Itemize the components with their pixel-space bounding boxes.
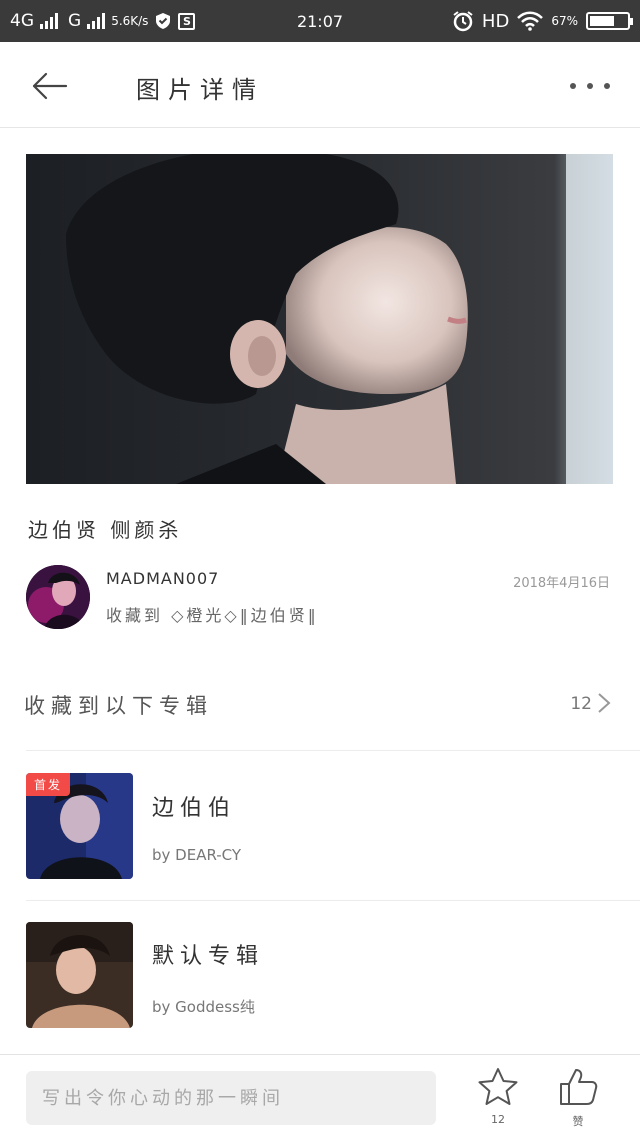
uploader-avatar[interactable]	[26, 565, 90, 629]
picture-detail-page: 4G G 5.6K/s S 21:07 HD 67% 图片详情 边伯贤 侧颜杀 …	[0, 0, 640, 1138]
like-label: 赞	[572, 1115, 584, 1128]
favorite-button[interactable]: 12	[474, 1067, 522, 1133]
wifi-icon	[517, 11, 544, 31]
album-author: by Goddess纯	[152, 998, 255, 1016]
more-options-icon[interactable]	[570, 78, 610, 94]
divider	[26, 750, 640, 751]
upload-date: 2018年4月16日	[513, 576, 610, 591]
chevron-right-icon[interactable]	[596, 692, 612, 714]
album-author: by DEAR-CY	[152, 846, 242, 864]
portrait-photo-image	[26, 154, 613, 484]
status-bar: 4G G 5.6K/s S 21:07 HD 67%	[0, 0, 640, 42]
star-icon	[478, 1068, 518, 1105]
divider	[26, 900, 640, 901]
uploader-name[interactable]: MADMAN007	[106, 569, 219, 588]
thumbs-up-icon	[560, 1069, 598, 1105]
hd-label: HD	[481, 10, 510, 32]
album-title[interactable]: 边伯伯	[152, 790, 236, 822]
page-title: 图片详情	[136, 76, 264, 104]
comment-input[interactable]	[26, 1071, 436, 1125]
alarm-icon	[453, 11, 473, 32]
main-photo[interactable]	[26, 154, 613, 484]
albums-count[interactable]: 12	[570, 694, 592, 714]
battery-level-fill	[590, 16, 614, 26]
top-app-bar: 图片详情	[0, 42, 640, 128]
album-title[interactable]: 默认专辑	[152, 938, 264, 970]
favorite-count: 12	[491, 1113, 505, 1126]
albums-section-heading: 收藏到以下专辑	[24, 694, 213, 718]
collected-to-album-link[interactable]: 收藏到 ◇橙光◇‖边伯贤‖	[106, 602, 319, 626]
back-arrow-icon[interactable]	[28, 64, 72, 108]
bottom-action-bar: 12 赞	[0, 1054, 640, 1138]
album-thumbnail[interactable]	[26, 922, 133, 1028]
avatar-image	[26, 565, 90, 629]
battery-icon	[586, 12, 633, 30]
album-thumbnail[interactable]: 首发	[26, 773, 133, 879]
photo-caption: 边伯贤 侧颜杀	[28, 518, 183, 542]
album-cover-image	[26, 922, 133, 1028]
battery-percent: 67%	[551, 14, 578, 28]
like-button[interactable]: 赞	[554, 1067, 602, 1133]
status-right: HD 67%	[452, 0, 633, 42]
first-release-badge: 首发	[26, 773, 71, 796]
